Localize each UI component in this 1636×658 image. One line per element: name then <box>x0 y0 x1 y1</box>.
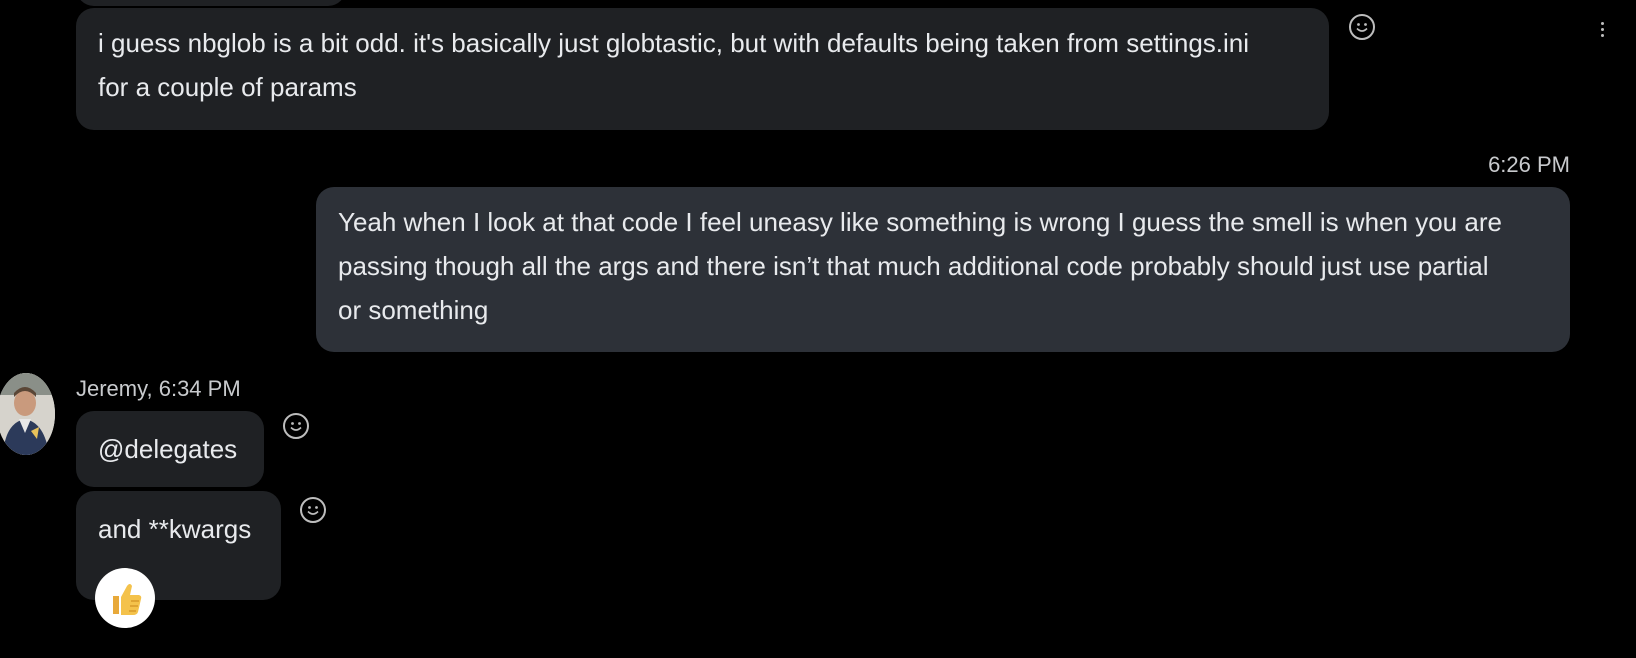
message-bubble[interactable]: i guess nbglob is a bit odd. it's basica… <box>76 8 1329 130</box>
avatar[interactable] <box>0 373 55 455</box>
message-text: passing though all the args and there is… <box>338 251 1489 281</box>
message-text: i guess nbglob is a bit odd. it's basica… <box>98 28 1250 58</box>
smiley-face-icon[interactable] <box>300 497 326 523</box>
previous-message-bubble <box>76 0 346 6</box>
message-bubble[interactable]: @delegates <box>76 411 264 487</box>
smiley-face-icon[interactable] <box>1349 14 1375 40</box>
thumbs-up-icon <box>113 584 142 615</box>
message-text: @delegates <box>98 434 238 464</box>
smiley-face-icon[interactable] <box>283 413 309 439</box>
reaction-badge[interactable] <box>95 568 155 628</box>
message-text: and **kwargs <box>98 514 252 544</box>
sender-name-time: Jeremy, 6:34 PM <box>76 376 241 401</box>
message-bubble[interactable]: Yeah when I look at that code I feel une… <box>316 187 1570 352</box>
message-text: or something <box>338 295 489 325</box>
message-text: for a couple of params <box>98 72 357 102</box>
more-options-icon[interactable] <box>1598 22 1606 44</box>
message-timestamp: 6:26 PM <box>1488 152 1570 177</box>
message-text: Yeah when I look at that code I feel une… <box>338 207 1502 237</box>
